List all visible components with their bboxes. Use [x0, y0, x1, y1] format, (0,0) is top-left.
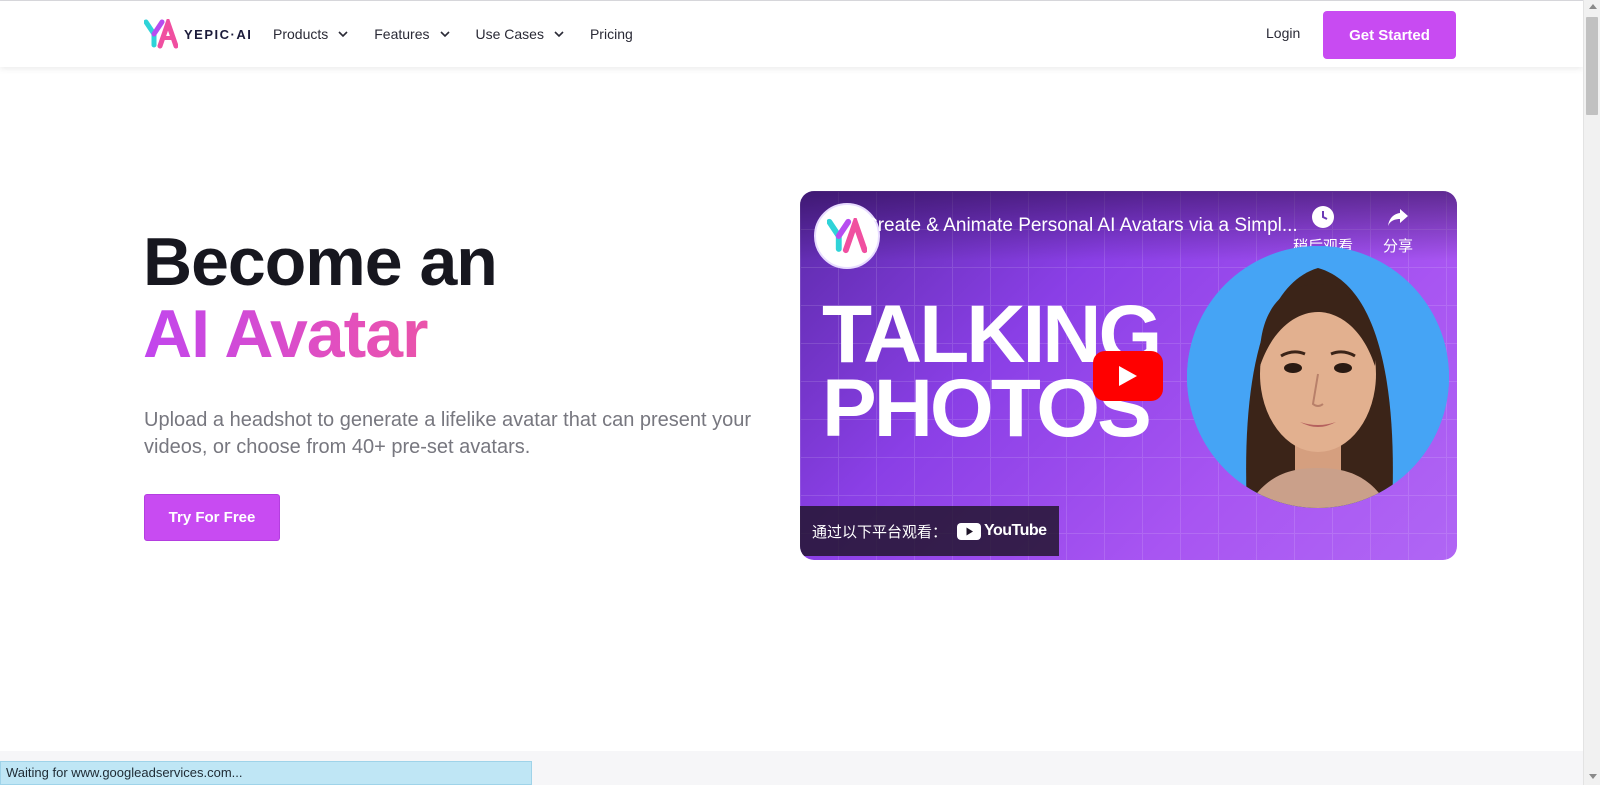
- avatar-portrait: [1187, 246, 1449, 508]
- share-button[interactable]: 分享: [1368, 205, 1428, 256]
- play-icon: [1119, 366, 1137, 386]
- share-label: 分享: [1382, 238, 1413, 255]
- try-for-free-button[interactable]: Try For Free: [144, 494, 280, 541]
- clock-icon: [1312, 206, 1334, 228]
- yepic-logo[interactable]: YEPIC·AI: [144, 19, 252, 49]
- scroll-up-arrow-icon[interactable]: [1589, 4, 1597, 9]
- browser-status-bar: Waiting for www.googleadservices.com...: [0, 761, 532, 785]
- nav-pricing[interactable]: Pricing: [590, 26, 633, 42]
- nav-pricing-label: Pricing: [589, 26, 633, 42]
- nav-use-cases[interactable]: Use Cases: [476, 26, 590, 42]
- youtube-play-icon: [957, 522, 982, 540]
- chevron-down-icon: [338, 30, 348, 37]
- get-started-button[interactable]: Get Started: [1323, 11, 1456, 59]
- youtube-logo[interactable]: YouTube: [957, 522, 1047, 540]
- yepic-logo-mark-icon: [827, 218, 867, 254]
- watch-on-youtube-bar[interactable]: 通过以下平台观看： YouTube: [800, 506, 1059, 556]
- hero-title-line2: AI Avatar: [143, 298, 497, 370]
- nav-products-label: Products: [273, 26, 329, 42]
- nav-features[interactable]: Features: [374, 26, 475, 42]
- main-nav: Products Features Use Cases Pricing: [273, 1, 633, 67]
- logo-wordmark: YEPIC·AI: [184, 26, 253, 42]
- nav-use-cases-label: Use Cases: [475, 26, 544, 42]
- youtube-video-embed[interactable]: Create & Animate Personal AI Avatars via…: [800, 191, 1457, 560]
- woman-portrait-image: [1187, 246, 1449, 508]
- play-button[interactable]: [1093, 351, 1163, 401]
- hero-title: Become an AI Avatar: [143, 224, 498, 370]
- scroll-down-arrow-icon[interactable]: [1589, 774, 1597, 779]
- page-scrollbar[interactable]: [1583, 0, 1600, 785]
- login-link[interactable]: Login: [1266, 25, 1300, 41]
- chevron-down-icon: [554, 30, 564, 37]
- youtube-wordmark: YouTube: [984, 522, 1047, 539]
- yepic-logo-mark-icon: [144, 19, 178, 49]
- nav-products[interactable]: Products: [273, 26, 374, 42]
- watch-on-label: 通过以下平台观看：: [812, 523, 948, 541]
- share-arrow-icon: [1388, 209, 1408, 226]
- video-title[interactable]: Create & Animate Personal AI Avatars via…: [864, 215, 1298, 237]
- hero-title-line1: Become an: [143, 224, 498, 300]
- scrollbar-thumb[interactable]: [1586, 17, 1598, 115]
- site-header: YEPIC·AI Products Features Use Cases Pri…: [0, 1, 1583, 67]
- nav-features-label: Features: [374, 26, 430, 42]
- chevron-down-icon: [439, 30, 450, 37]
- hero-subtitle: Upload a headshot to generate a lifelike…: [144, 409, 752, 458]
